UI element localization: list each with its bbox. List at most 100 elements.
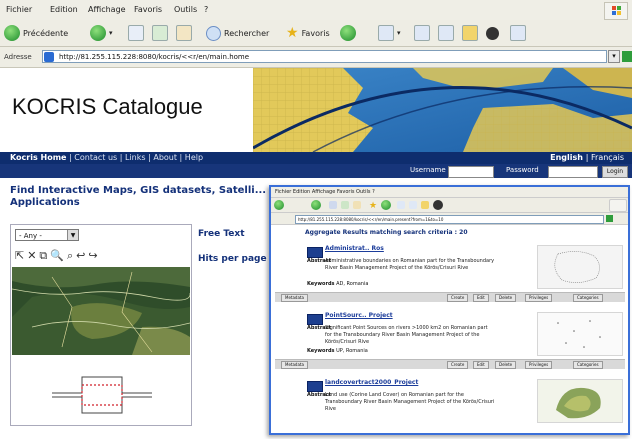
history-button[interactable]: ▾ xyxy=(378,24,401,42)
nav-contact-link[interactable]: Contact us xyxy=(74,153,117,162)
home-button[interactable] xyxy=(176,24,192,42)
metadata-button[interactable]: Metadata xyxy=(281,294,308,302)
delete-button[interactable]: Delete xyxy=(495,361,517,369)
categories-button[interactable]: Categories xyxy=(573,361,603,369)
record-title-link[interactable]: PointSourc.. Project xyxy=(325,312,393,319)
search-button[interactable]: Rechercher xyxy=(206,24,269,42)
search-icon xyxy=(206,25,221,41)
site-banner: KOCRIS Catalogue xyxy=(0,68,632,152)
messenger-button[interactable] xyxy=(486,24,499,42)
popup-menubar[interactable]: Fichier Edition Affichage Favoris Outils… xyxy=(271,187,628,198)
results-window: Fichier Edition Affichage Favoris Outils… xyxy=(269,185,630,435)
login-button[interactable]: Login xyxy=(602,166,628,178)
page-icon xyxy=(44,52,54,62)
keywords-label: Keywords xyxy=(307,348,335,354)
lang-english-link[interactable]: English xyxy=(550,153,583,162)
nav-help-link[interactable]: Help xyxy=(185,153,203,162)
popup-stop-icon[interactable] xyxy=(329,201,337,209)
create-button[interactable]: Create xyxy=(447,294,469,302)
browser-toolbar: Précédente ▾ Rechercher ★ Favoris ▾ xyxy=(0,20,632,47)
create-button[interactable]: Create xyxy=(447,361,469,369)
browser-menubar: Fichier Edition Affichage Favoris Outils… xyxy=(0,0,632,21)
result-record: landcovertract2000_Project Abstract Land… xyxy=(275,375,625,433)
edit-button[interactable]: Edit xyxy=(473,294,489,302)
stop-icon xyxy=(128,25,144,41)
popup-go-button[interactable] xyxy=(606,215,613,222)
star-icon: ★ xyxy=(286,25,299,41)
menu-edit[interactable]: Edition xyxy=(50,5,78,14)
free-text-label: Free Text xyxy=(198,229,245,239)
nav-links: Kocris Home | Contact us | Links | About… xyxy=(10,153,204,162)
windows-logo-icon xyxy=(604,2,628,20)
messenger-icon xyxy=(486,26,499,40)
home-icon xyxy=(176,25,192,41)
chevron-down-icon: ▼ xyxy=(67,230,78,240)
stop-button[interactable] xyxy=(128,24,144,42)
go-button[interactable] xyxy=(622,51,632,62)
menu-help[interactable]: ? xyxy=(204,5,208,14)
privileges-button[interactable]: Privileges xyxy=(525,294,553,302)
menu-favorites[interactable]: Favoris xyxy=(134,5,162,14)
back-arrow-icon xyxy=(4,25,20,41)
popup-address-input[interactable]: http://81.255.115.228:8080/kocris/<<r/en… xyxy=(295,215,604,224)
keywords-label: Keywords xyxy=(307,281,335,287)
categories-button[interactable]: Categories xyxy=(573,294,603,302)
favorites-button[interactable]: ★ Favoris xyxy=(286,24,330,42)
keywords-value: UP, Romania xyxy=(336,348,368,354)
popup-refresh-icon[interactable] xyxy=(341,201,349,209)
keywords-value: AD, Romania xyxy=(336,281,369,287)
login-bar: Username Password Login xyxy=(0,164,632,178)
keywords-line: Keywords UP, Romania xyxy=(307,348,368,354)
popup-history-icon[interactable] xyxy=(397,201,405,209)
record-thumbnail[interactable] xyxy=(537,312,623,356)
record-title-link[interactable]: Administrat.. Ros xyxy=(325,245,384,252)
popup-messenger-icon[interactable] xyxy=(433,200,443,210)
region-select[interactable]: - Any - ▼ xyxy=(15,229,79,241)
address-input[interactable]: http://81.255.115.228:8080/kocris/<<r/en… xyxy=(42,50,607,63)
nav-home-link[interactable]: Kocris Home xyxy=(10,153,66,162)
popup-home-icon[interactable] xyxy=(353,201,361,209)
dataset-icon xyxy=(307,314,323,325)
edit-button[interactable]: Edit xyxy=(473,361,489,369)
popup-back-icon[interactable] xyxy=(274,200,284,210)
record-title-link[interactable]: landcovertract2000_Project xyxy=(325,379,418,386)
history-icon xyxy=(378,25,394,41)
folder-button[interactable] xyxy=(462,24,478,42)
delete-button[interactable]: Delete xyxy=(495,294,517,302)
print-button[interactable] xyxy=(438,24,454,42)
popup-star-icon[interactable]: ★ xyxy=(369,201,377,211)
address-label: Adresse xyxy=(4,53,32,61)
popup-media-icon[interactable] xyxy=(381,200,391,210)
privileges-button[interactable]: Privileges xyxy=(525,361,553,369)
forward-button[interactable]: ▾ xyxy=(90,24,113,42)
nav-links-link[interactable]: Links xyxy=(125,153,146,162)
lang-french-link[interactable]: Français xyxy=(591,153,624,162)
password-input[interactable] xyxy=(548,166,598,178)
satellite-map[interactable] xyxy=(12,267,190,355)
popup-forward-icon[interactable] xyxy=(311,200,321,210)
metadata-button[interactable]: Metadata xyxy=(281,361,308,369)
menu-view[interactable]: Affichage xyxy=(88,5,126,14)
abstract-text: Significant Point Sources on rivers >100… xyxy=(325,325,488,345)
menu-tools[interactable]: Outils xyxy=(174,5,197,14)
popup-folder-icon[interactable] xyxy=(421,201,429,209)
result-record: PointSourc.. Project Abstract Significan… xyxy=(275,308,625,375)
print-icon xyxy=(438,25,454,41)
media-button[interactable] xyxy=(340,24,356,42)
overview-map[interactable] xyxy=(12,361,190,421)
map-toolbar[interactable]: ⇱✕⧉🔍⌕↩↪ xyxy=(15,249,101,263)
record-thumbnail[interactable] xyxy=(537,379,623,423)
username-input[interactable] xyxy=(448,166,494,178)
address-dropdown-button[interactable]: ▾ xyxy=(608,50,620,63)
refresh-button[interactable] xyxy=(152,24,168,42)
username-label: Username xyxy=(410,166,446,174)
mail-button[interactable] xyxy=(414,24,430,42)
nav-about-link[interactable]: About xyxy=(153,153,177,162)
menu-file[interactable]: Fichier xyxy=(6,5,32,14)
region-select-value: - Any - xyxy=(19,232,42,240)
popup-mail-icon[interactable] xyxy=(409,201,417,209)
back-button[interactable]: Précédente xyxy=(4,24,68,42)
record-thumbnail[interactable] xyxy=(537,245,623,289)
tools-button[interactable] xyxy=(510,24,526,42)
password-label: Password xyxy=(506,166,539,174)
